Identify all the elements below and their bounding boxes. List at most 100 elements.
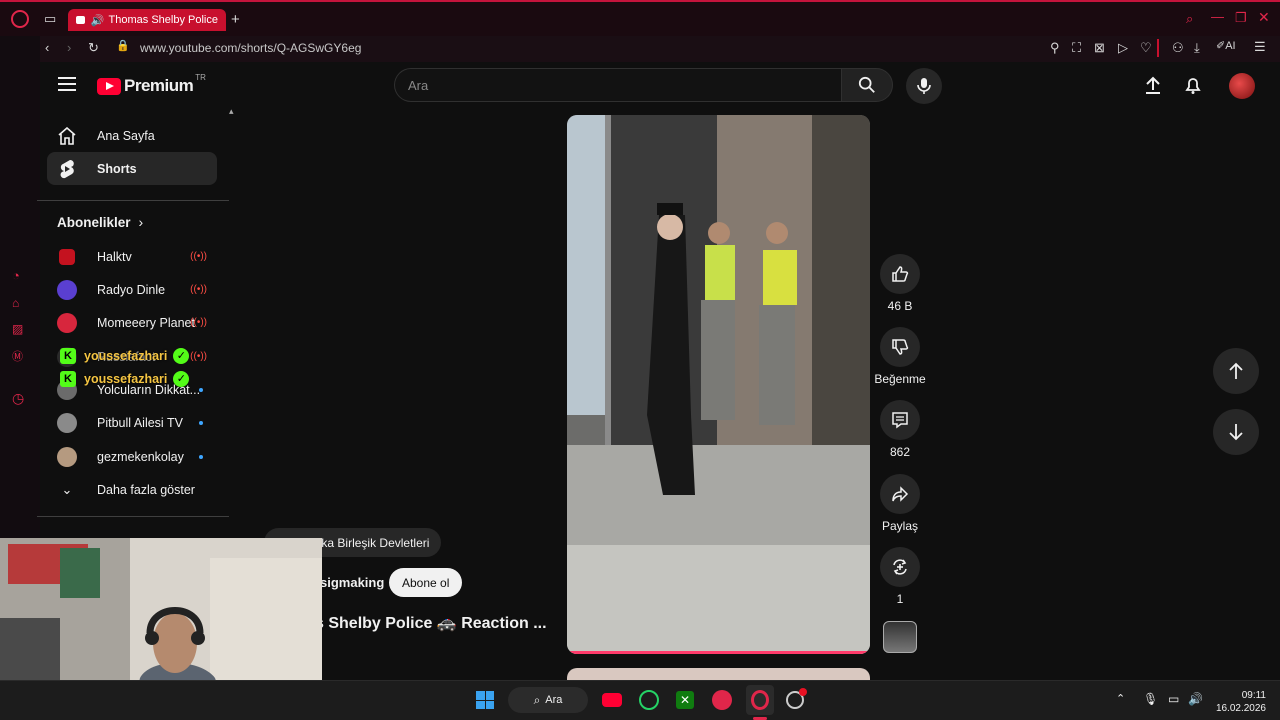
download-icon[interactable]: ⤓ xyxy=(1194,41,1200,54)
windows-start-icon[interactable] xyxy=(476,691,494,709)
adblock-icon[interactable]: ⊠ xyxy=(1094,41,1105,54)
taskbar-clock[interactable]: 09:11 16.02.2026 xyxy=(1214,689,1266,715)
voice-search-button[interactable] xyxy=(906,68,942,104)
sidebar-item-pitbull-ailesi[interactable]: Pitbull Ailesi TV xyxy=(47,406,217,439)
xbox-icon[interactable]: ✕ xyxy=(673,688,697,712)
aria-icon[interactable]: ⌂ xyxy=(12,296,19,310)
back-icon[interactable]: ‹ xyxy=(45,41,49,54)
search-input[interactable]: Ara xyxy=(394,68,841,102)
reload-icon[interactable]: ↻ xyxy=(88,41,99,54)
sidebar-item-label: Pitbull Ailesi TV xyxy=(97,415,183,430)
logo-text: Premium xyxy=(124,76,194,95)
comment-count: 862 xyxy=(889,445,911,459)
heart-icon[interactable]: ♡ xyxy=(1140,41,1152,54)
scroll-up-arrow[interactable]: ▴ xyxy=(229,106,234,117)
sidebar-item-radyo-dinle[interactable]: Radyo Dinle ((•)) xyxy=(47,273,217,306)
guide-label-shorts: Shorts xyxy=(97,161,137,176)
share-button[interactable]: Paylaş xyxy=(874,474,926,533)
settings-app-icon[interactable] xyxy=(783,688,807,712)
notifications-button[interactable] xyxy=(1183,75,1203,100)
chevron-up-icon[interactable]: ⌃ xyxy=(1116,692,1125,705)
kick-logo-icon: K xyxy=(60,348,76,364)
guide-item-shorts[interactable]: Shorts xyxy=(47,152,217,185)
live-indicator-icon: ((•)) xyxy=(190,284,207,295)
taskbar-search[interactable]: ⌕ Ara xyxy=(508,687,588,713)
opera-taskbar-icon[interactable] xyxy=(746,685,774,715)
youtube-app-icon[interactable] xyxy=(600,688,624,712)
channel-name[interactable]: sigmaking xyxy=(320,575,384,590)
subscriptions-heading[interactable]: Abonelikler › xyxy=(57,214,143,230)
youtube-premium-logo[interactable]: Premium TR xyxy=(97,72,206,96)
music-app-icon[interactable] xyxy=(710,688,734,712)
workspace-icon[interactable]: ▨ xyxy=(12,322,23,336)
share-label: Paylaş xyxy=(881,519,919,533)
kick-overlay-2: K youssefazhari ✓ xyxy=(60,371,190,387)
comments-button[interactable]: 862 xyxy=(874,400,926,459)
snapshot-icon[interactable]: ⛶ xyxy=(1072,41,1081,54)
kick-username: youssefazhari xyxy=(84,372,168,386)
home-icon xyxy=(58,126,76,145)
maximize-icon[interactable]: ❐ xyxy=(1235,11,1247,24)
avatar[interactable] xyxy=(1229,73,1255,99)
guide-label-home: Ana Sayfa xyxy=(97,128,155,143)
guide-item-home[interactable]: Ana Sayfa xyxy=(47,119,217,152)
subscribe-button[interactable]: Abone ol xyxy=(389,568,463,597)
next-short-preview[interactable] xyxy=(567,668,870,680)
remix-button[interactable]: 1 xyxy=(874,547,926,606)
search-button[interactable] xyxy=(841,68,893,102)
next-short-button[interactable] xyxy=(1213,409,1259,455)
easy-setup-icon[interactable]: ☰ xyxy=(1254,40,1266,53)
logo-region: TR xyxy=(195,72,206,82)
previous-short-button[interactable] xyxy=(1213,348,1259,394)
short-title[interactable]: s Shelby Police 🚓 Reaction ... xyxy=(315,613,547,633)
network-icon[interactable]: ▭ xyxy=(1168,692,1179,706)
show-more-button[interactable]: ⌄ Daha fazla göster xyxy=(47,473,217,506)
sidebar-item-label: Radyo Dinle xyxy=(97,282,166,297)
forward-icon[interactable]: › xyxy=(67,41,71,54)
short-video-player[interactable] xyxy=(567,115,870,654)
dislike-button[interactable]: Beğenme xyxy=(870,327,930,386)
live-indicator-icon: ((•)) xyxy=(190,351,207,362)
new-tab-icon[interactable]: + xyxy=(231,12,240,27)
dislike-label: Beğenme xyxy=(874,372,926,386)
url-field[interactable]: www.youtube.com/shorts/Q-AGSwGY6eg xyxy=(140,41,361,55)
minimize-icon[interactable]: — xyxy=(1211,10,1224,23)
volume-icon[interactable]: 🔊 xyxy=(1188,692,1203,706)
history-icon[interactable]: ◷ xyxy=(12,390,24,407)
new-content-dot xyxy=(199,454,203,459)
taskbar-search-label: Ara xyxy=(545,694,563,706)
sidebar-item-halktv[interactable]: Halktv ((•)) xyxy=(47,240,217,273)
messenger-icon[interactable]: Ⓜ xyxy=(12,348,23,364)
opera-logo-icon[interactable] xyxy=(11,10,29,28)
sidebar-item-label: Halktv xyxy=(97,249,132,264)
chevron-right-icon: › xyxy=(138,214,144,230)
youtube-favicon-icon xyxy=(76,16,85,24)
search-icon xyxy=(858,76,875,93)
microphone-tray-icon[interactable]: 🎙 xyxy=(1143,692,1158,706)
browser-tab-active[interactable]: 🔊 Thomas Shelby Police xyxy=(68,9,226,31)
thumbs-down-icon xyxy=(892,339,909,355)
guide-divider xyxy=(37,516,229,517)
close-window-icon[interactable]: ✕ xyxy=(1258,10,1270,24)
show-more-label: Daha fazla göster xyxy=(97,482,195,497)
play-icon[interactable]: ▷ xyxy=(1118,41,1128,54)
remix-count: 1 xyxy=(896,592,904,606)
speaker-icon[interactable]: 🔊 xyxy=(91,14,105,27)
tab-list-icon[interactable]: ▭ xyxy=(44,12,56,25)
pin-icon[interactable]: ⚲ xyxy=(1050,41,1060,54)
create-button[interactable] xyxy=(1143,75,1163,100)
sidebar-item-gezmekenkolay[interactable]: gezmekenkolay xyxy=(47,440,217,473)
profile-icon[interactable]: ⚇ xyxy=(1172,41,1184,54)
new-content-dot xyxy=(199,387,203,392)
like-button[interactable]: 46 B xyxy=(874,254,926,313)
menu-icon[interactable] xyxy=(58,77,76,91)
thumbs-up-icon xyxy=(892,266,909,282)
whatsapp-icon[interactable] xyxy=(637,688,661,712)
sidebar-item-momeeery-planet[interactable]: Momeeery Planet ((•)) xyxy=(47,306,217,339)
speed-dial-icon[interactable]: ◔ xyxy=(12,268,20,283)
sound-thumbnail[interactable] xyxy=(883,621,917,653)
search-tabs-icon[interactable]: ⌕ xyxy=(1186,12,1193,25)
kick-overlay-1: K youssefazhari ✓ xyxy=(60,348,190,364)
ai-button[interactable]: ✐AI xyxy=(1216,41,1236,52)
arrow-down-icon xyxy=(1229,424,1243,441)
